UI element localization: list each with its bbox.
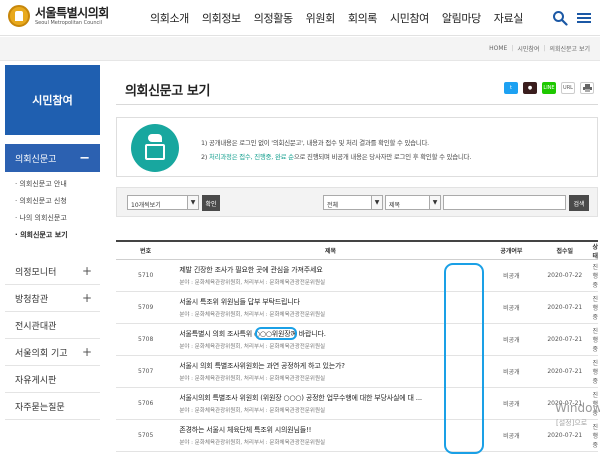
site-header: 서울특별시의회 Seoul Metropolitan Council 의회소개 … <box>0 0 600 36</box>
breadcrumb-bar: HOME | 시민참여 | 의회신문고 보기 <box>0 37 600 61</box>
sidebar-item-monitor[interactable]: 의정모니터 + <box>5 258 100 285</box>
notice-box: 1) 공개내용은 로그인 없이 '의회신문고', 내용과 접수 및 처리 결과를… <box>116 117 598 177</box>
share-tools: t ● LINE URL <box>499 82 594 94</box>
sidebar-item-faq[interactable]: 자주묻는질문 <box>5 393 100 420</box>
col-title: 제목 <box>324 248 337 255</box>
sidebar-menu: 의정모니터 + 방청참관 + 전시관대관 서울의회 기고 + 자유게시판 자주묻는질문 <box>5 258 100 420</box>
search-icon[interactable] <box>552 10 568 26</box>
table-row[interactable]: 5707 서울시 의회 특별조사위원회는 과연 공정하게 하고 있는가? 분야 :… <box>116 356 598 388</box>
col-date: 접수일 <box>556 248 574 255</box>
sidebar-item-free-board[interactable]: 자유게시판 <box>5 366 100 393</box>
main-nav: 의회소개 의회정보 의정활동 위원회 회의록 시민참여 알림마당 자료실 <box>150 0 536 36</box>
table-row[interactable]: 5705 존경하는 서울시 체육단체 특조위 시의원님들!! 분야 : 문화체육관… <box>116 420 598 452</box>
title-divider <box>116 104 598 105</box>
twitter-icon[interactable]: t <box>504 82 518 94</box>
chevron-down-icon: ▼ <box>371 196 382 209</box>
petition-icon <box>131 124 179 172</box>
search-bar: 10개씩보기 ▼ 확인 전체 ▼ 제목 ▼ 검색 <box>116 187 598 217</box>
nav-item-minutes[interactable]: 회의록 <box>348 10 378 26</box>
row-title-link[interactable]: 존경하는 서울시 체육단체 특조위 시의원님들!! <box>179 425 311 435</box>
col-number: 번호 <box>140 248 152 255</box>
menu-icon[interactable] <box>576 10 592 26</box>
scope-select[interactable]: 전체 ▼ <box>323 195 383 210</box>
expand-icon: + <box>81 291 92 305</box>
breadcrumb-separator-icon: | <box>511 45 514 52</box>
row-title-link[interactable]: 제발 긴장한 조사가 필요한 곳에 관심을 가져주세요 <box>179 265 322 275</box>
breadcrumb-home[interactable]: HOME <box>489 45 507 52</box>
table-header: 번호 제목 공개여부 접수일 상태 <box>116 240 598 260</box>
submenu-item-view[interactable]: · 의회신문고 보기 <box>5 227 100 244</box>
breadcrumb-separator-icon: | <box>543 45 546 52</box>
talk-icon[interactable]: ● <box>523 82 537 94</box>
page-size-select[interactable]: 10개씩보기 ▼ <box>127 195 199 210</box>
row-title-link[interactable]: 서울시의회 특별조사 위원회 (위원장 ○○○) 공정한 업무수행에 대한 부당… <box>179 393 422 403</box>
row-title-link[interactable]: 서울시 의회 특별조사위원회는 과연 공정하게 하고 있는가? <box>179 361 345 371</box>
nav-item-info[interactable]: 의회정보 <box>202 10 241 26</box>
logo-subtitle: Seoul Metropolitan Council <box>35 19 103 26</box>
nav-item-notice[interactable]: 알림마당 <box>442 10 481 26</box>
petition-table: 번호 제목 공개여부 접수일 상태 5710 제발 긴장한 조사가 필요한 곳에… <box>116 240 598 452</box>
submenu-item-guide[interactable]: · 의회신문고 안내 <box>5 176 100 193</box>
nav-item-archive[interactable]: 자료실 <box>494 10 524 26</box>
visibility-column-highlight <box>444 263 484 454</box>
notice-line-1: 1) 공개내용은 로그인 없이 '의회신문고', 내용과 접수 및 처리 결과를… <box>201 139 430 147</box>
breadcrumb: HOME | 시민참여 | 의회신문고 보기 <box>489 44 590 53</box>
row-title-link[interactable]: 서울특별시 의회 조사특위 ○○○위원장께 바랍니다. <box>179 329 326 339</box>
sidebar-item-petition[interactable]: 의회신문고 − <box>5 144 100 172</box>
collapse-icon: − <box>79 150 90 166</box>
url-icon[interactable]: URL <box>561 82 575 94</box>
print-icon[interactable] <box>580 82 594 94</box>
chevron-down-icon: ▼ <box>429 196 440 209</box>
search-button[interactable]: 검색 <box>569 195 589 211</box>
submenu-item-mine[interactable]: · 나의 의회신문고 <box>5 210 100 227</box>
row-title-link[interactable]: 서울시 특조위 위원님들 답부 부탁드립니다 <box>179 297 300 307</box>
nav-item-committee[interactable]: 위원회 <box>306 10 336 26</box>
nav-item-about[interactable]: 의회소개 <box>150 10 189 26</box>
council-emblem-icon <box>8 5 30 27</box>
nav-item-participation[interactable]: 시민참여 <box>390 10 429 26</box>
page-title: 의회신문고 보기 <box>125 84 211 99</box>
expand-icon: + <box>81 345 92 359</box>
sidebar-item-hall-rental[interactable]: 전시관대관 <box>5 312 100 339</box>
site-logo[interactable]: 서울특별시의회 Seoul Metropolitan Council <box>8 5 109 27</box>
table-row[interactable]: 5709 서울시 특조위 위원님들 답부 부탁드립니다 분야 : 문화체육관광위원… <box>116 292 598 324</box>
search-input[interactable] <box>443 195 566 210</box>
notice-line-2: 2) 처리과정은 접수, 진행중, 완료 순으로 진행되며 비공개 내용은 당사… <box>201 153 472 161</box>
sidebar-item-label: 의회신문고 <box>15 154 57 165</box>
sidebar-title: 시민참여 <box>5 65 100 135</box>
chevron-down-icon: ▼ <box>187 196 198 209</box>
nav-item-activity[interactable]: 의정활동 <box>254 10 293 26</box>
submenu-item-apply[interactable]: · 의회신문고 신청 <box>5 193 100 210</box>
page-size-confirm-button[interactable]: 확인 <box>202 195 220 211</box>
sidebar-submenu: · 의회신문고 안내 · 의회신문고 신청 · 나의 의회신문고 · 의회신문고… <box>5 176 100 244</box>
breadcrumb-current[interactable]: 의회신문고 보기 <box>549 44 590 53</box>
name-highlight-circle <box>255 327 297 340</box>
windows-activation-subtext: [설정]으로 <box>556 419 588 427</box>
logo-title: 서울특별시의회 <box>35 5 109 20</box>
table-row[interactable]: 5708 서울특별시 의회 조사특위 ○○○위원장께 바랍니다. 분야 : 문화체… <box>116 324 598 356</box>
col-visibility: 공개여부 <box>500 248 523 255</box>
col-status: 상태 <box>592 243 598 260</box>
line-icon[interactable]: LINE <box>542 82 556 94</box>
table-row[interactable]: 5706 서울시의회 특별조사 위원회 (위원장 ○○○) 공정한 업무수행에 … <box>116 388 598 420</box>
field-select[interactable]: 제목 ▼ <box>385 195 441 210</box>
expand-icon: + <box>81 264 92 278</box>
sidebar-item-contribution[interactable]: 서울의회 기고 + <box>5 339 100 366</box>
breadcrumb-section[interactable]: 시민참여 <box>517 44 539 53</box>
windows-activation-watermark: Window <box>555 401 600 415</box>
sidebar-item-visit[interactable]: 방청참관 + <box>5 285 100 312</box>
table-row[interactable]: 5710 제발 긴장한 조사가 필요한 곳에 관심을 가져주세요 분야 : 문화체… <box>116 260 598 292</box>
